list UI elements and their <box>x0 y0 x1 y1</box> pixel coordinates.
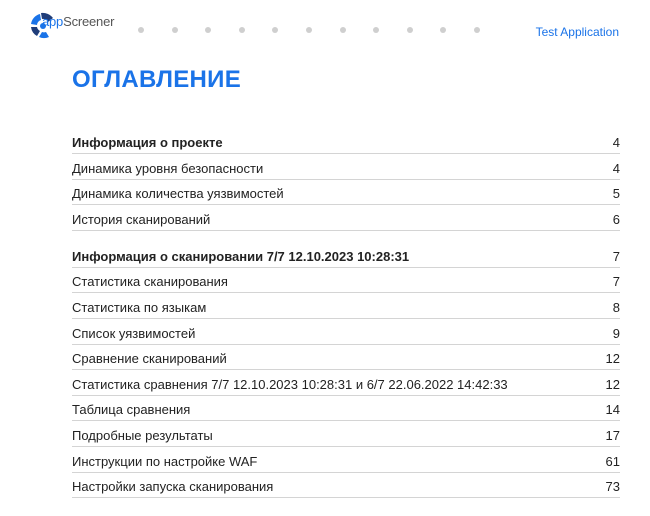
toc-entry-row[interactable]: История сканирований 6 <box>72 205 620 231</box>
dot-decoration <box>339 27 346 33</box>
toc-entry-row[interactable]: Инструкции по настройке WAF 61 <box>72 447 620 473</box>
toc-entry-label: Статистика по языкам <box>72 299 207 315</box>
toc-entry-row[interactable]: Сравнение сканирований 12 <box>72 345 620 371</box>
toc-page-number: 4 <box>612 135 620 150</box>
toc-entry-row[interactable]: Список уязвимостей 9 <box>72 319 620 345</box>
toc-entry-label: Таблица сравнения <box>72 402 191 418</box>
logo-text-prefix: app <box>42 14 64 29</box>
toc-entry-label: Подробные результаты <box>72 427 213 443</box>
toc-entry-label: Сравнение сканирований <box>72 351 227 367</box>
dot-decoration <box>305 27 312 33</box>
dot-decoration <box>171 27 178 33</box>
toc-page-number: 8 <box>612 299 620 315</box>
page-title: ОГЛАВЛЕНИЕ <box>72 66 242 93</box>
toc-entry-row[interactable]: Подробные результаты 17 <box>72 421 620 447</box>
dot-decoration <box>138 27 144 33</box>
toc-section-row[interactable]: Информация о проекте 4 <box>72 128 620 154</box>
toc-entry-label: Статистика сравнения 7/7 12.10.2023 10:2… <box>72 376 508 392</box>
toc-section-row[interactable]: Информация о сканировании 7/7 12.10.2023… <box>72 242 620 268</box>
toc-entry-row[interactable]: Динамика уровня безопасности 4 <box>72 154 620 180</box>
toc-page-number: 5 <box>612 186 620 202</box>
toc-page-number: 61 <box>605 453 620 469</box>
dot-decoration <box>406 27 413 33</box>
toc-page-number: 7 <box>612 248 620 264</box>
dot-decoration <box>238 27 245 33</box>
toc-entry-label: История сканирований <box>72 211 211 227</box>
toc-entry-label: Список уязвимостей <box>72 325 196 341</box>
toc-page-number: 7 <box>612 274 620 290</box>
toc-entry-row[interactable]: Таблица сравнения 14 <box>72 396 620 422</box>
toc-page-number: 4 <box>612 160 620 176</box>
toc-entry-row[interactable]: Статистика сканирования 7 <box>72 268 620 294</box>
toc-page-number: 17 <box>605 427 620 443</box>
toc-entry-row[interactable]: Статистика сравнения 7/7 12.10.2023 10:2… <box>72 370 620 396</box>
dot-decoration <box>205 27 212 33</box>
application-name: Test Application <box>535 25 619 39</box>
logo-text-suffix: Screener <box>63 14 115 29</box>
dot-decoration <box>440 27 447 33</box>
dot-decoration <box>272 27 279 33</box>
toc-entry-row[interactable]: Динамика количества уязвимостей 5 <box>72 180 620 206</box>
toc-entry-row[interactable]: Статистика по языкам 8 <box>72 293 620 319</box>
toc-entry-label: Инструкции по настройке WAF <box>72 453 258 469</box>
toc-entry-label: Динамика количества уязвимостей <box>72 186 284 202</box>
toc-page-number: 73 <box>605 479 620 495</box>
toc-page-number: 12 <box>605 351 620 367</box>
toc-page-number: 14 <box>605 402 620 418</box>
toc-page-number: 12 <box>605 376 620 392</box>
toc-page-number: 6 <box>612 211 620 227</box>
toc-entry-label: Информация о проекте <box>72 135 223 150</box>
toc-entry-label: Динамика уровня безопасности <box>72 160 264 176</box>
dot-decoration <box>373 27 380 33</box>
header-dots <box>138 27 508 33</box>
table-of-contents: Информация о проекте 4 Динамика уровня без… <box>72 128 620 499</box>
toc-entry-label: Информация о сканировании 7/7 12.10.2023… <box>72 248 410 264</box>
toc-entry-label: Статистика сканирования <box>72 274 228 290</box>
toc-page-number: 9 <box>612 325 620 341</box>
page-header: appScreener Test Application <box>0 0 650 60</box>
toc-entry-label: Настройки запуска сканирования <box>72 479 274 495</box>
toc-entry-row[interactable]: Настройки запуска сканирования 73 <box>72 473 620 499</box>
logo-text: appScreener <box>42 14 114 29</box>
dot-decoration <box>473 27 480 33</box>
